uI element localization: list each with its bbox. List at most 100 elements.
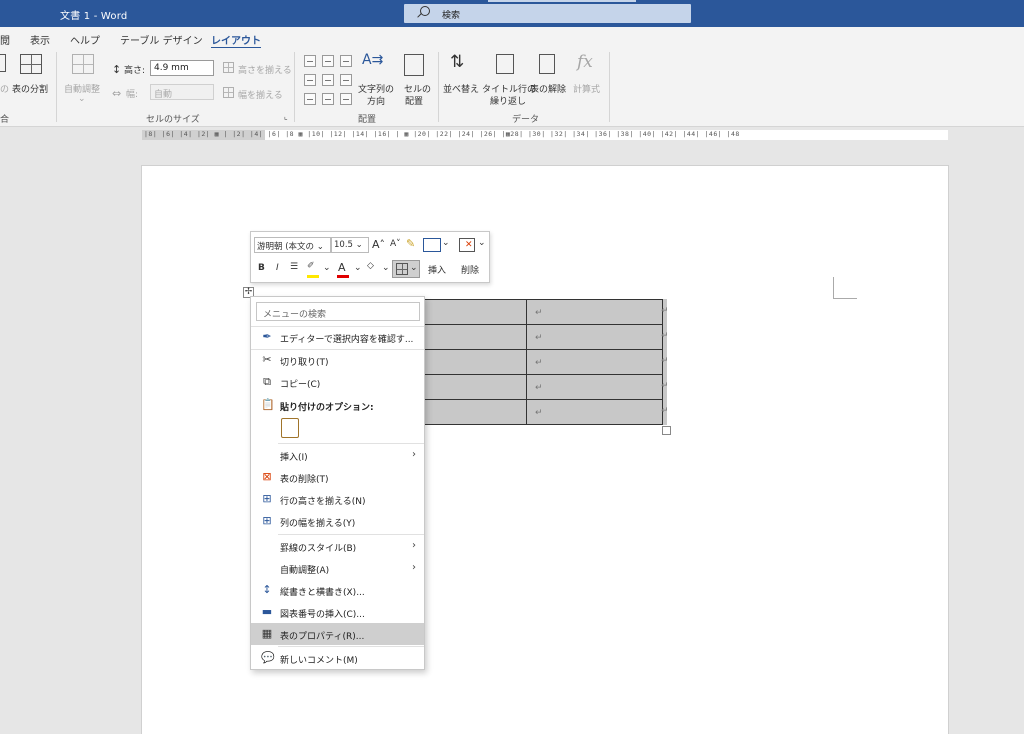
tab-help[interactable]: ヘルプ: [70, 32, 100, 47]
menu-item-border-styles[interactable]: 罫線のスタイル(B) ›: [251, 535, 424, 557]
chevron-down-icon: ⌄: [382, 263, 390, 273]
distribute-columns-button[interactable]: 幅を揃える: [238, 88, 283, 101]
align-top-left[interactable]: [304, 55, 316, 67]
align-top-center[interactable]: [322, 55, 334, 67]
align-bottom-right[interactable]: [340, 93, 352, 105]
menu-item-table-properties[interactable]: ▦ 表のプロパティ(R)...: [251, 623, 424, 645]
distribute-rows-button[interactable]: 高さを揃える: [238, 63, 292, 76]
align-middle-right[interactable]: [340, 74, 352, 86]
chevron-down-icon: ⌄: [323, 263, 331, 273]
convert-to-text-button[interactable]: 表の解除: [530, 82, 566, 95]
menu-item-cut[interactable]: ✂ 切り取り(T): [251, 349, 424, 371]
width-label: 幅:: [126, 90, 139, 100]
autofit-icon: [72, 54, 94, 74]
distribute-columns-icon: [223, 87, 234, 98]
menu-item-copy[interactable]: ⧉ コピー(C): [251, 371, 424, 393]
distribute-columns-icon: ⊞: [262, 514, 272, 527]
margin-corner-mark: [833, 277, 857, 299]
menu-item-delete-table[interactable]: ⊠ 表の削除(T): [251, 466, 424, 488]
ribbon-tabs: 閲 表示 ヘルプ テーブル デザイン レイアウト: [0, 27, 1024, 49]
merge-cells-partial[interactable]: の: [0, 82, 9, 95]
menu-item-paste-options[interactable]: 📋 貼り付けのオプション:: [251, 394, 424, 416]
horizontal-ruler[interactable]: |8| |6| |4| |2| ▦ | |2| |4| |6| |8 ▦ |10…: [0, 128, 1024, 142]
text-direction-icon: ↕: [262, 583, 272, 596]
table-resize-handle[interactable]: [662, 426, 671, 435]
table-cell[interactable]: ↵: [526, 324, 663, 350]
ruler-numbers: |8| |6| |4| |2| ▦ | |2| |4| |6| |8 ▦ |10…: [144, 130, 740, 138]
cell-margins-icon: [404, 54, 424, 76]
font-color-icon[interactable]: A: [338, 261, 346, 274]
menu-item-distribute-rows[interactable]: ⊞ 行の高さを揃える(N): [251, 488, 424, 510]
align-center-icon[interactable]: ☰: [290, 262, 298, 272]
table-cell[interactable]: ↵: [526, 399, 663, 425]
insert-button[interactable]: 挿入: [428, 263, 446, 276]
table-cell[interactable]: ↵: [526, 374, 663, 400]
title-bar: 文書 1 - Word 検索: [0, 0, 1024, 27]
search-icon: [420, 6, 430, 16]
menu-item-editor[interactable]: ✒ エディターで選択内容を確認す...: [251, 326, 424, 348]
italic-button[interactable]: I: [276, 263, 279, 273]
menu-item-new-comment[interactable]: 💬 新しいコメント(M): [251, 647, 424, 669]
comment-icon: 💬: [261, 651, 275, 664]
menu-item-insert-caption[interactable]: ▬ 図表番号の挿入(C)...: [251, 601, 424, 623]
search-box[interactable]: 検索: [404, 4, 691, 23]
align-top-right[interactable]: [340, 55, 352, 67]
table-cell[interactable]: ↵: [526, 349, 663, 375]
paste-keep-formatting-icon[interactable]: [281, 418, 299, 438]
tab-view[interactable]: 表示: [30, 32, 50, 47]
repeat-header-icon: [496, 54, 514, 74]
chevron-right-icon: ›: [412, 540, 416, 551]
menu-item-text-direction[interactable]: ↕ 縦書きと横書き(X)...: [251, 579, 424, 601]
ribbon: の 表の分割 自動調整 ⌄ ↕ 高さ: 4.9 mm ⇔ 幅: 自動 高さを揃え…: [0, 48, 1024, 127]
font-size-select[interactable]: 10.5 ⌄: [331, 237, 369, 253]
grow-font-button[interactable]: A˄: [372, 238, 385, 251]
shading-icon[interactable]: ◇: [367, 261, 374, 271]
menu-item-insert[interactable]: 挿入(I) ›: [251, 444, 424, 466]
height-input[interactable]: 4.9 mm: [150, 60, 214, 76]
tab-review[interactable]: 閲: [0, 32, 10, 47]
width-input[interactable]: 自動: [150, 84, 214, 100]
context-menu: メニューの検索 ✒ エディターで選択内容を確認す... ✂ 切り取り(T) ⧉ …: [250, 296, 425, 670]
align-middle-left[interactable]: [304, 74, 316, 86]
editor-pen-icon: ✒: [262, 330, 272, 343]
align-bottom-left[interactable]: [304, 93, 316, 105]
sort-icon: ⇅: [450, 52, 465, 72]
highlight-icon[interactable]: ✐: [307, 261, 315, 271]
table-cell[interactable]: ↵: [526, 299, 663, 325]
distribute-rows-icon: [223, 62, 234, 73]
row-end-mark: ↵: [661, 406, 669, 416]
menu-item-distribute-columns[interactable]: ⊞ 列の幅を揃える(Y): [251, 510, 424, 532]
chevron-down-icon: ⌄: [410, 263, 418, 273]
borders-icon: [396, 263, 408, 275]
formula-icon: fx: [577, 52, 593, 72]
tab-layout[interactable]: レイアウト: [211, 32, 261, 49]
group-alignment-label: 配置: [358, 115, 377, 125]
insert-table-icon[interactable]: [423, 238, 441, 252]
shrink-font-button[interactable]: A˅: [390, 239, 401, 249]
font-name-select[interactable]: 游明朝 (本文の ⌄: [254, 237, 331, 253]
text-direction-icon: A⇉: [362, 52, 384, 68]
mini-toolbar: 游明朝 (本文の ⌄ 10.5 ⌄ A˄ A˅ ✎ ⌄ ✕ ⌄ B I ☰ ✐ …: [250, 231, 490, 283]
col-width-icon: ⇔: [112, 87, 122, 100]
chevron-down-icon: ⌄: [78, 94, 86, 104]
table-properties-icon: ▦: [261, 627, 273, 640]
delete-button[interactable]: 削除: [461, 263, 479, 276]
bold-button[interactable]: B: [258, 263, 265, 273]
group-data-label: データ: [512, 115, 540, 125]
align-middle-center[interactable]: [322, 74, 334, 86]
copy-icon: ⧉: [263, 375, 271, 388]
menu-search-input[interactable]: メニューの検索: [256, 302, 420, 321]
split-table-button[interactable]: 表の分割: [12, 82, 48, 95]
document-title: 文書 1 - Word: [60, 11, 128, 22]
format-painter-icon[interactable]: ✎: [406, 237, 415, 250]
sort-button[interactable]: 並べ替え: [443, 82, 479, 95]
row-end-mark: ↵: [661, 381, 669, 391]
tab-table-design[interactable]: テーブル デザイン: [120, 32, 203, 47]
align-bottom-center[interactable]: [322, 93, 334, 105]
merge-cells-icon: [0, 54, 6, 72]
menu-item-autofit[interactable]: 自動調整(A) ›: [251, 557, 424, 579]
chevron-right-icon: ›: [412, 449, 416, 460]
row-end-mark: ↵: [661, 331, 669, 341]
formula-button[interactable]: 計算式: [573, 82, 600, 95]
dialog-launcher-icon[interactable]: ⌞: [284, 112, 288, 121]
